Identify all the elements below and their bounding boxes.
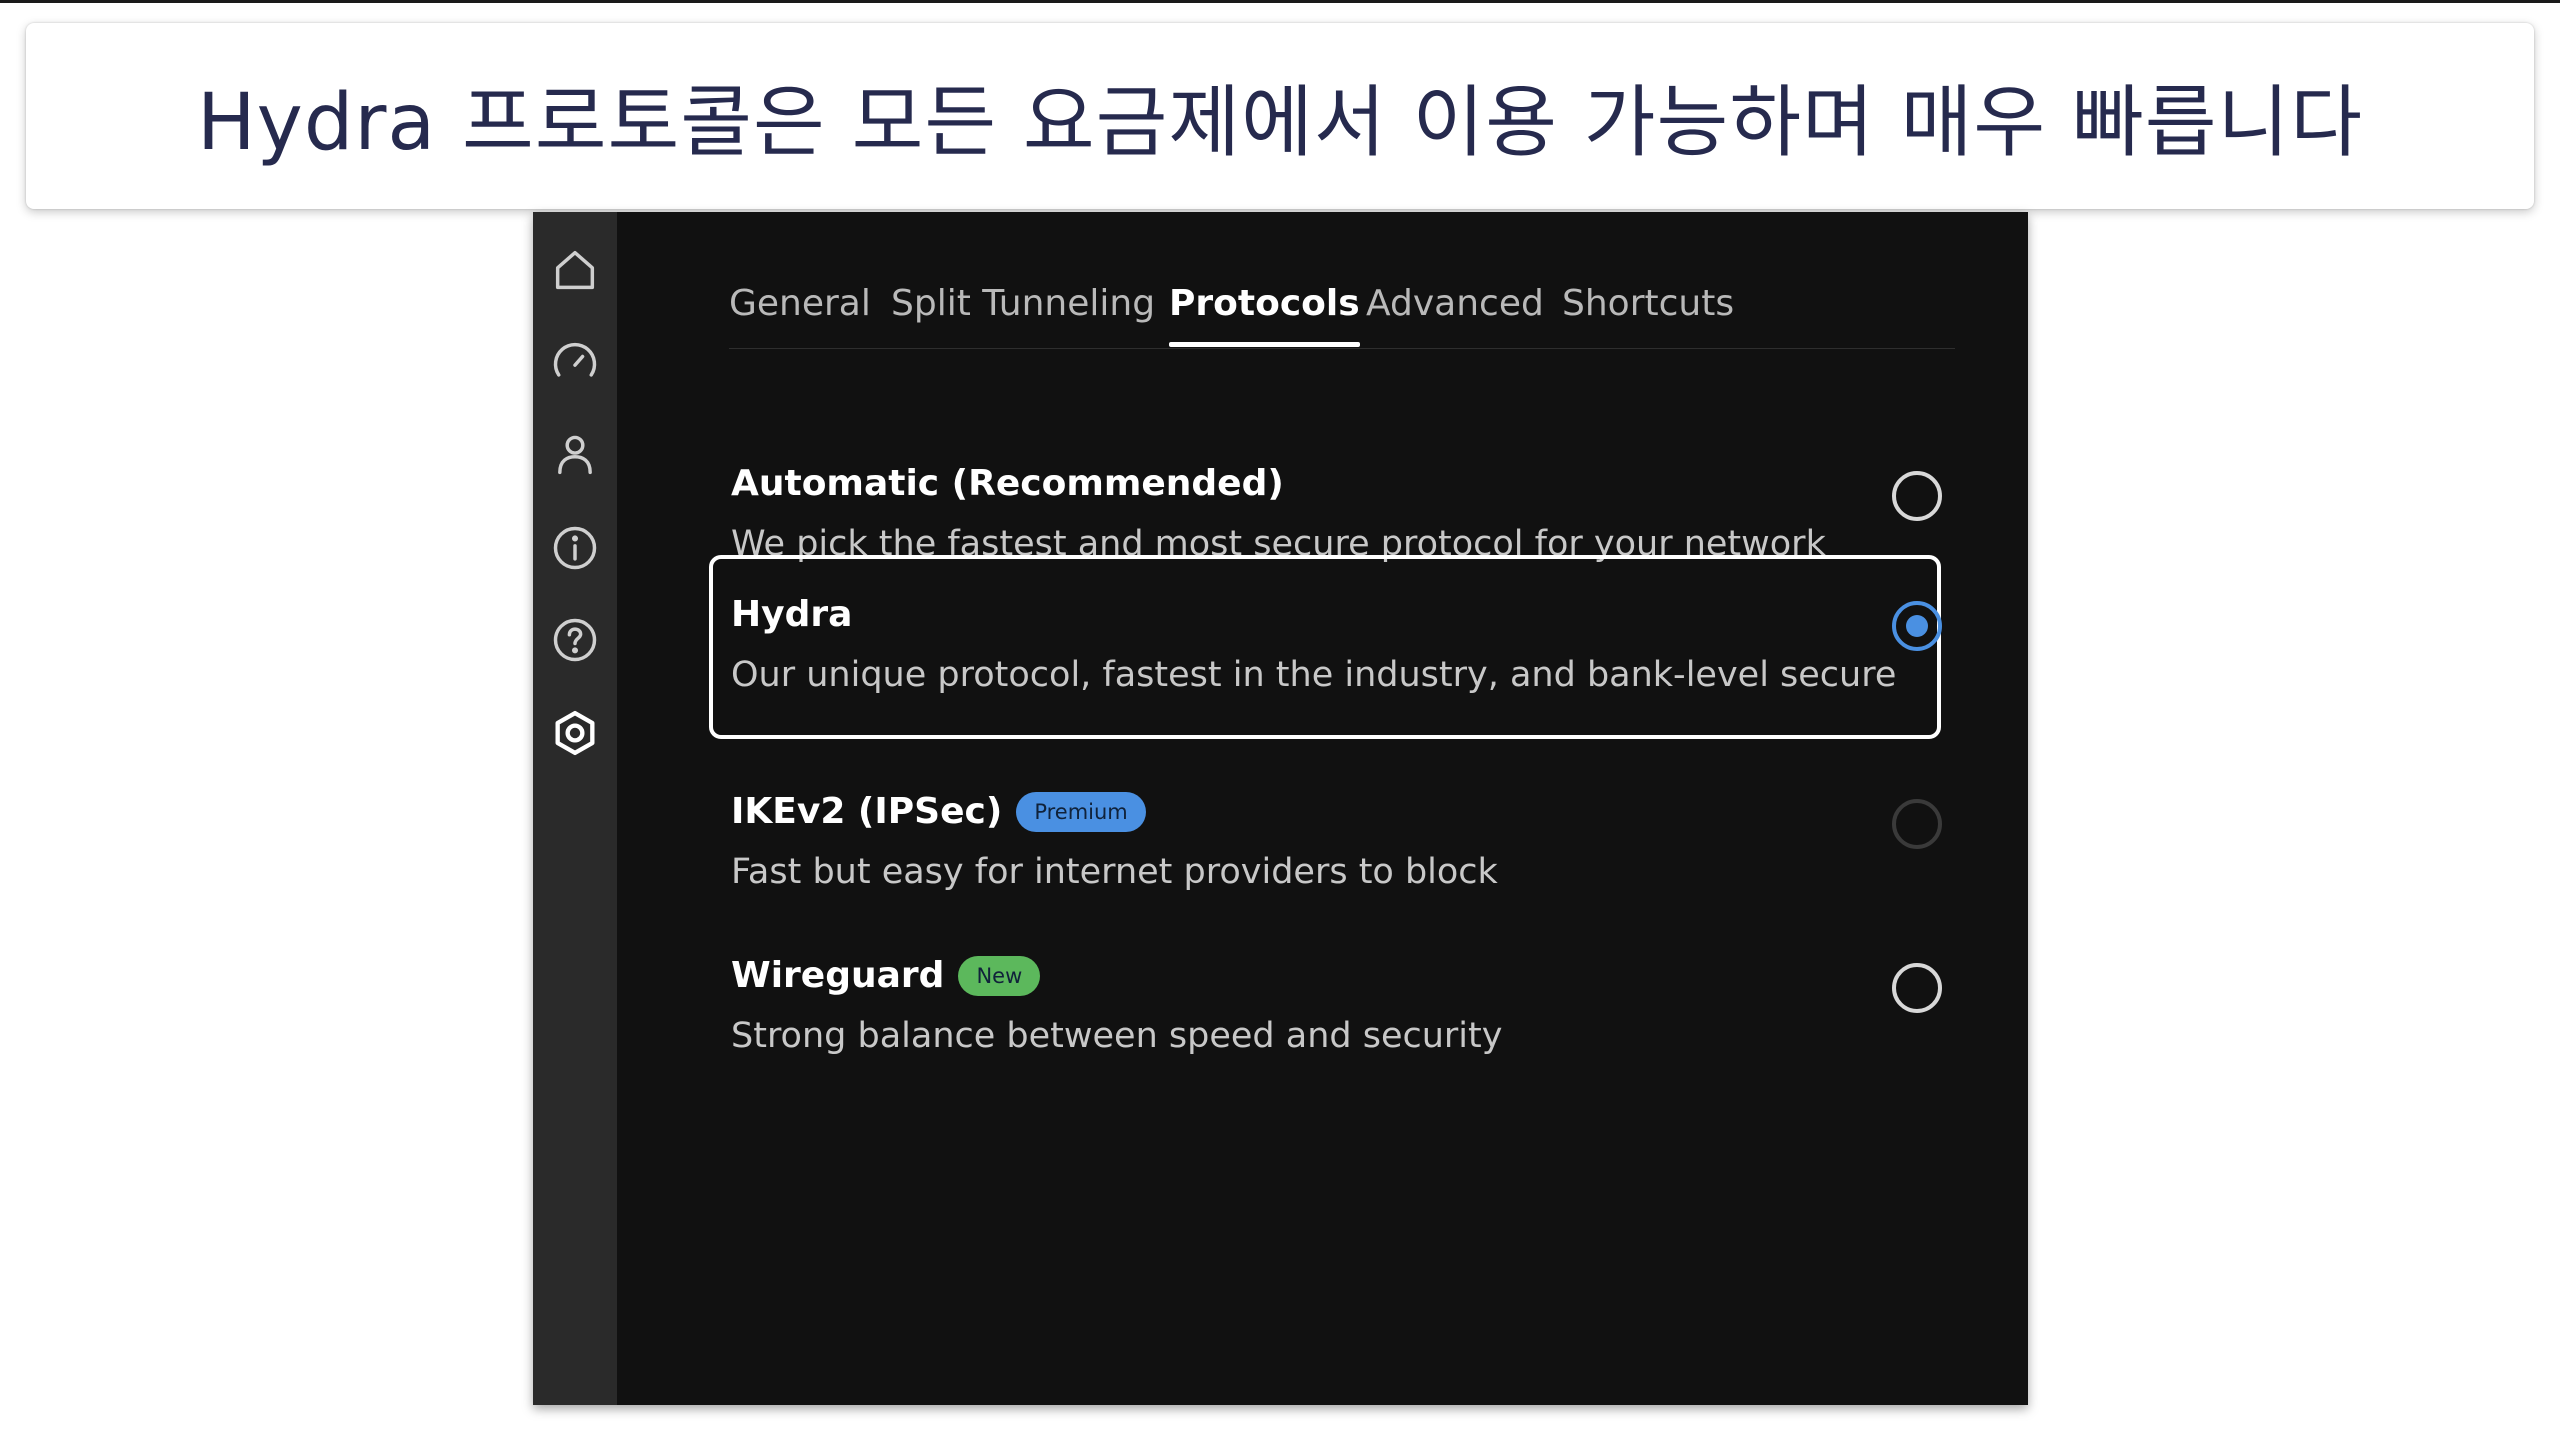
protocol-option-ikev2[interactable]: IKEv2 (IPSec) Premium Fast but easy for … xyxy=(709,752,1942,932)
speedometer-icon[interactable] xyxy=(547,335,603,391)
protocol-description: Strong balance between speed and securit… xyxy=(731,1016,1503,1056)
protocol-description: Our unique protocol, fastest in the indu… xyxy=(731,655,1897,695)
app-window: General Split Tunneling Protocols Advanc… xyxy=(533,212,2028,1405)
protocol-title-text: Hydra xyxy=(731,594,853,635)
protocol-option-wireguard[interactable]: Wireguard New Strong balance between spe… xyxy=(709,916,1942,1096)
radio-wireguard[interactable] xyxy=(1892,963,1942,1013)
protocol-title: Automatic (Recommended) xyxy=(731,462,1284,506)
protocol-option-hydra[interactable]: Hydra Our unique protocol, fastest in th… xyxy=(709,555,1942,739)
tab-general[interactable]: General xyxy=(729,282,871,326)
user-icon[interactable] xyxy=(547,427,603,483)
tab-protocols[interactable]: Protocols xyxy=(1169,282,1360,347)
radio-hydra[interactable] xyxy=(1892,601,1942,651)
protocol-title-text: Wireguard xyxy=(731,955,945,996)
info-icon[interactable] xyxy=(547,520,603,576)
tab-split-tunneling[interactable]: Split Tunneling xyxy=(891,282,1155,326)
new-badge: New xyxy=(958,956,1041,996)
protocol-title: Wireguard New xyxy=(731,954,1041,998)
protocol-title-text: Automatic (Recommended) xyxy=(731,463,1284,504)
tab-advanced[interactable]: Advanced xyxy=(1366,282,1544,326)
radio-automatic[interactable] xyxy=(1892,471,1942,521)
premium-badge: Premium xyxy=(1016,792,1146,832)
radio-ikev2[interactable] xyxy=(1892,799,1942,849)
protocol-description: Fast but easy for internet providers to … xyxy=(731,852,1498,892)
tab-shortcuts[interactable]: Shortcuts xyxy=(1562,282,1734,326)
caption-text: Hydra 프로토콜은 모든 요금제에서 이용 가능하며 매우 빠릅니다 xyxy=(197,78,2363,168)
top-rule xyxy=(0,0,2560,3)
protocol-title: IKEv2 (IPSec) Premium xyxy=(731,790,1146,834)
caption-banner: Hydra 프로토콜은 모든 요금제에서 이용 가능하며 매우 빠릅니다 xyxy=(26,23,2534,209)
sidebar xyxy=(533,212,617,1405)
help-icon[interactable] xyxy=(547,612,603,668)
settings-tabs: General Split Tunneling Protocols Advanc… xyxy=(729,282,1955,349)
settings-icon[interactable] xyxy=(547,705,603,761)
protocol-title-text: IKEv2 (IPSec) xyxy=(731,791,1003,832)
protocol-title: Hydra xyxy=(731,593,852,637)
home-icon[interactable] xyxy=(547,242,603,298)
